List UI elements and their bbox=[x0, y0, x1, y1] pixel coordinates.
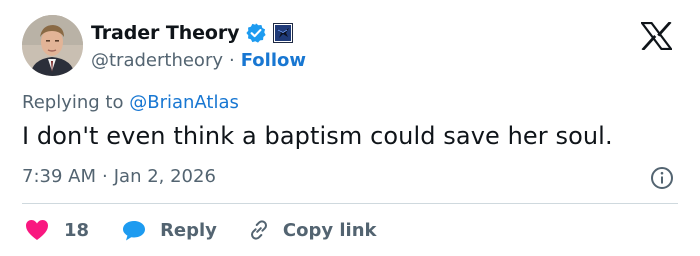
follow-button[interactable]: Follow bbox=[241, 50, 306, 71]
handle-row: @tradertheory · Follow bbox=[91, 47, 306, 73]
heart-icon bbox=[26, 220, 48, 240]
action-bar: 18 Reply Copy link bbox=[24, 216, 377, 244]
replying-prefix: Replying to bbox=[22, 92, 124, 113]
eagle-badge-icon[interactable] bbox=[273, 23, 294, 43]
display-name[interactable]: Trader Theory bbox=[91, 22, 240, 44]
x-logo-icon[interactable] bbox=[639, 21, 674, 51]
tweet-date: Jan 2, 2026 bbox=[113, 166, 216, 187]
user-handle[interactable]: @tradertheory bbox=[91, 50, 223, 71]
reply-button[interactable]: Reply bbox=[121, 218, 217, 242]
tweet-time: 7:39 AM bbox=[22, 166, 96, 187]
speech-bubble-icon bbox=[123, 221, 146, 241]
divider bbox=[22, 203, 678, 204]
info-icon[interactable] bbox=[650, 166, 674, 190]
copy-link-button[interactable]: Copy link bbox=[247, 218, 377, 242]
mention-link[interactable]: @BrianAtlas bbox=[129, 92, 239, 113]
reply-label: Reply bbox=[160, 219, 217, 241]
copy-link-label: Copy link bbox=[282, 219, 377, 241]
link-icon bbox=[250, 220, 267, 240]
tweet-text: I don't even think a baptism could save … bbox=[22, 122, 613, 150]
avatar[interactable] bbox=[22, 15, 83, 76]
separator-dot: · bbox=[229, 49, 235, 71]
verified-badge-icon bbox=[245, 22, 267, 44]
timestamp-separator: · bbox=[102, 166, 108, 187]
name-row: Trader Theory bbox=[91, 19, 294, 47]
like-button[interactable]: 18 bbox=[24, 218, 89, 242]
avatar-photo bbox=[22, 15, 83, 76]
tweet-card: Trader Theory @tradertheory · Follow Rep… bbox=[0, 0, 700, 256]
timestamp[interactable]: 7:39 AM · Jan 2, 2026 bbox=[22, 166, 216, 187]
like-count: 18 bbox=[64, 219, 90, 241]
replying-to: Replying to @BrianAtlas bbox=[22, 92, 239, 113]
